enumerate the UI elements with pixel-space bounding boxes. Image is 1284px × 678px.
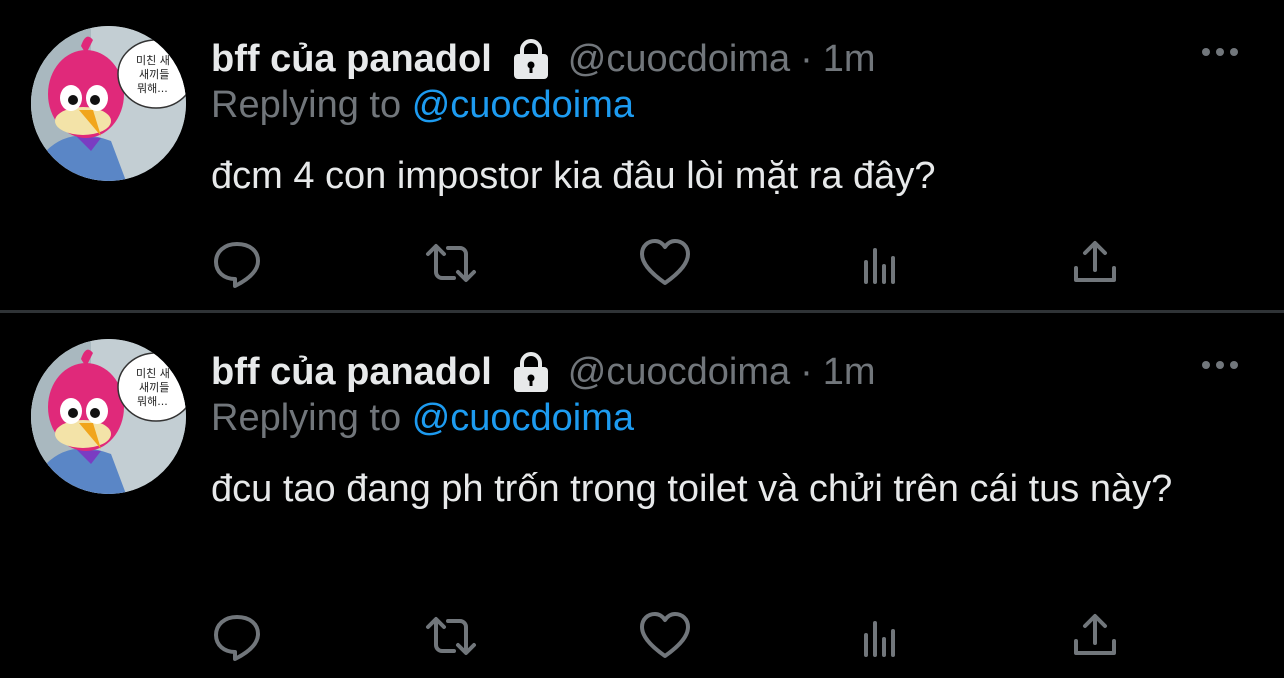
lock-icon bbox=[510, 350, 552, 394]
lock-icon bbox=[510, 37, 552, 81]
views-icon[interactable] bbox=[854, 236, 908, 290]
display-name[interactable]: bff của panadol bbox=[211, 351, 492, 394]
more-icon[interactable] bbox=[1196, 36, 1244, 68]
reply-icon[interactable] bbox=[210, 609, 264, 663]
separator: · bbox=[800, 37, 813, 80]
tweet-text: đcm 4 con impostor kia đâu lòi mặt ra đâ… bbox=[211, 155, 936, 197]
separator: · bbox=[800, 350, 813, 393]
avatar-speech-line: 미친 새 bbox=[136, 54, 170, 67]
replying-to: Replying to @cuocdoima bbox=[211, 84, 634, 127]
share-icon[interactable] bbox=[1068, 236, 1122, 290]
timestamp[interactable]: 1m bbox=[823, 38, 876, 81]
avatar-speech-line: 미친 새 bbox=[136, 367, 170, 380]
tweet-actions bbox=[0, 236, 1284, 290]
avatar-speech-line: 새끼들 bbox=[139, 381, 169, 394]
replying-to-link[interactable]: @cuocdoima bbox=[412, 84, 634, 126]
retweet-icon[interactable] bbox=[424, 236, 478, 290]
heart-icon[interactable] bbox=[638, 236, 692, 290]
views-icon[interactable] bbox=[854, 609, 908, 663]
avatar-speech-line: 뭐해... bbox=[137, 394, 168, 408]
handle[interactable]: @cuocdoima bbox=[568, 38, 790, 81]
tweet-text: đcu tao đang ph trốn trong toilet và chử… bbox=[211, 468, 1173, 510]
replying-prefix: Replying to bbox=[211, 397, 402, 439]
more-icon[interactable] bbox=[1196, 349, 1244, 381]
share-icon[interactable] bbox=[1068, 609, 1122, 663]
heart-icon[interactable] bbox=[638, 609, 692, 663]
tweet[interactable]: 미친 새 새끼들 뭐해... bff của panadol @cuocdoim… bbox=[0, 0, 1284, 310]
avatar[interactable]: 미친 새 새끼들 뭐해... bbox=[31, 26, 186, 181]
handle[interactable]: @cuocdoima bbox=[568, 351, 790, 394]
replying-to-link[interactable]: @cuocdoima bbox=[412, 397, 634, 439]
reply-icon[interactable] bbox=[210, 236, 264, 290]
tweet-actions bbox=[0, 609, 1284, 663]
avatar-speech-line: 새끼들 bbox=[139, 68, 169, 81]
tweet[interactable]: 미친 새 새끼들 뭐해... bff của panadol @cuocdoim… bbox=[0, 313, 1284, 678]
tweet-header: bff của panadol @cuocdoima · 1m bbox=[211, 347, 876, 397]
tweet-header: bff của panadol @cuocdoima · 1m bbox=[211, 34, 876, 84]
replying-prefix: Replying to bbox=[211, 84, 402, 126]
avatar[interactable]: 미친 새 새끼들 뭐해... bbox=[31, 339, 186, 494]
timestamp[interactable]: 1m bbox=[823, 351, 876, 394]
display-name[interactable]: bff của panadol bbox=[211, 38, 492, 81]
retweet-icon[interactable] bbox=[424, 609, 478, 663]
avatar-speech-line: 뭐해... bbox=[137, 81, 168, 95]
replying-to: Replying to @cuocdoima bbox=[211, 397, 634, 440]
